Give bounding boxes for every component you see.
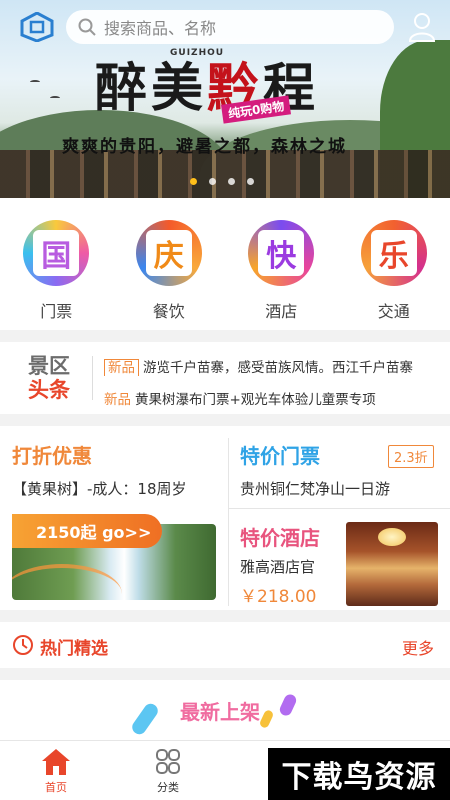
special-ticket-desc: 贵州铜仁梵净山一日游 [240, 480, 391, 498]
search-icon [78, 18, 96, 36]
hotel-name: 雅高酒店官 [240, 558, 316, 576]
headline-item[interactable]: 新品 游览千户苗寨，感受苗族风情。西江千户苗寨 [104, 356, 444, 376]
carousel-dot[interactable] [190, 178, 197, 185]
clock-icon [13, 635, 33, 655]
carousel-dot[interactable] [228, 178, 235, 185]
hotel-price: ￥218.00 [240, 587, 317, 607]
divider [92, 356, 93, 400]
category-label: 酒店 [265, 302, 298, 321]
special-hotel-title: 特价酒店 [240, 526, 320, 550]
category-icon: 乐 [360, 220, 427, 286]
category-tickets[interactable]: 国 门票 [11, 220, 101, 330]
new-badge: 新品 [104, 359, 139, 376]
carousel-dot[interactable] [247, 178, 254, 185]
headline-text: 黄果树瀑布门票+观光车体验儿童票专项 [135, 392, 376, 408]
hotel-image [346, 522, 438, 606]
headline-item[interactable]: 新品 黄果树瀑布门票+观光车体验儿童票专项 [104, 388, 444, 408]
deals-section: 打折优惠 【黄果树】-成人：18周岁 2150起 go>> 特价门票 2.3折 … [0, 426, 450, 610]
search-input[interactable]: 搜索商品、名称 [66, 10, 394, 44]
bird-icon [50, 96, 60, 100]
app-logo-icon [20, 12, 54, 42]
banner-carousel[interactable]: 搜索商品、名称 GUIZHOU 醉美黔程 纯玩0购物 爽爽的贵阳，避暑之都，森林… [0, 0, 450, 198]
scenic-headlines[interactable]: 景区 头条 新品 游览千户苗寨，感受苗族风情。西江千户苗寨 新品 黄果树瀑布门票+观… [0, 342, 450, 414]
category-glyph: 快 [258, 230, 305, 276]
headlines-logo: 景区 头条 [28, 354, 70, 402]
new-badge: 新品 [104, 392, 131, 408]
carousel-dot[interactable] [209, 178, 216, 185]
user-icon[interactable] [408, 12, 436, 42]
category-icon: 快 [248, 220, 315, 286]
decor-stroke [277, 692, 299, 718]
decor-stroke [258, 708, 275, 730]
banner-village [0, 150, 450, 198]
hot-picks-title: 热门精选 [40, 639, 108, 659]
carousel-dots [190, 178, 254, 185]
headline-text: 游览千户苗寨，感受苗族风情。西江千户苗寨 [143, 360, 413, 376]
category-label: 餐饮 [152, 302, 185, 321]
watermark-text: 下载鸟资源 [281, 760, 437, 795]
special-ticket-title: 特价门票 [240, 444, 320, 468]
headlines-logo-line1: 景区 [28, 354, 70, 378]
new-arrivals-header: 最新上架 [0, 680, 450, 740]
category-glyph: 庆 [145, 230, 192, 276]
new-arrivals-title: 最新上架 [180, 700, 260, 724]
category-icon: 国 [23, 220, 90, 286]
category-dining[interactable]: 庆 餐饮 [124, 220, 214, 330]
category-icon [156, 749, 180, 774]
discount-card[interactable]: 打折优惠 【黄果树】-成人：18周岁 2150起 go>> [0, 426, 228, 610]
category-icon: 庆 [135, 220, 202, 286]
category-transport[interactable]: 乐 交通 [349, 220, 439, 330]
tab-label: 分类 [157, 781, 179, 794]
tab-label: 首页 [45, 781, 67, 794]
tab-home[interactable]: 首页 [26, 747, 86, 795]
banner-title-part1: 醉美 [95, 58, 208, 119]
discount-badge: 2.3折 [388, 445, 434, 468]
category-grid: 国 门票 庆 餐饮 快 酒店 乐 交通 [0, 198, 450, 330]
headlines-logo-line2: 头条 [28, 378, 70, 402]
category-glyph: 乐 [370, 230, 417, 276]
discount-desc: 【黄果树】-成人：18周岁 [12, 480, 187, 498]
banner-subtitle: 爽爽的贵阳，避暑之都，森林之城 [62, 137, 347, 157]
category-label: 交通 [377, 302, 410, 321]
go-button[interactable]: 2150起 go>> [12, 514, 162, 548]
watermark: 下载鸟资源 [268, 748, 450, 800]
search-placeholder: 搜索商品、名称 [104, 19, 217, 38]
divider [228, 438, 229, 606]
decor-stroke [129, 701, 161, 737]
home-icon [42, 749, 70, 775]
category-label: 门票 [40, 302, 73, 321]
hot-picks-header: 热门精选 更多 [0, 622, 450, 668]
bird-icon [30, 80, 40, 84]
more-link[interactable]: 更多 [402, 635, 434, 659]
divider [228, 508, 450, 509]
discount-title: 打折优惠 [12, 444, 92, 468]
tab-category[interactable]: 分类 [138, 747, 198, 795]
category-hotel[interactable]: 快 酒店 [236, 220, 326, 330]
category-glyph: 国 [33, 230, 80, 276]
